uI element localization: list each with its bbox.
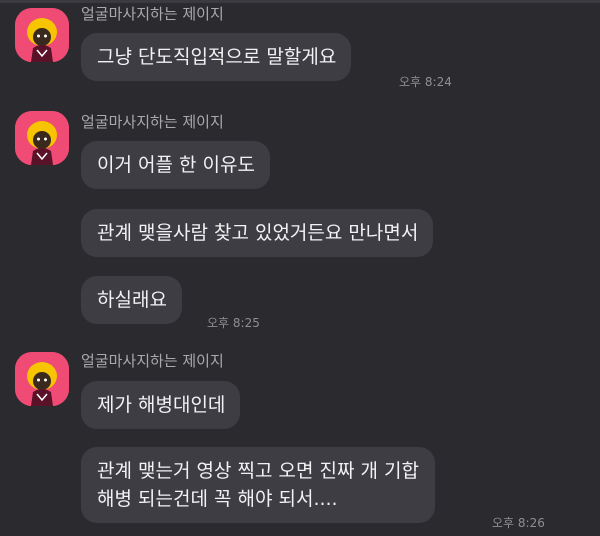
message-bubble[interactable]: 관계 맺을사람 찾고 있었거든요 만나면서 bbox=[81, 209, 434, 257]
message-bubble[interactable]: 이거 어플 한 이유도 bbox=[81, 141, 270, 189]
top-divider bbox=[0, 0, 600, 3]
message-line: 관계 맺는거 영상 찍고 오면 진짜 개 기합 bbox=[97, 460, 419, 482]
character-avatar-icon bbox=[15, 8, 69, 62]
message-bubble[interactable]: 그냥 단도직입적으로 말할게요 bbox=[81, 33, 352, 81]
message-time: 오후 8:26 bbox=[492, 516, 545, 530]
sender-avatar[interactable] bbox=[15, 8, 69, 62]
character-avatar-icon bbox=[15, 352, 69, 406]
character-avatar-icon bbox=[15, 111, 69, 165]
sender-avatar[interactable] bbox=[15, 111, 69, 165]
message-bubble[interactable]: 제가 해병대인데 bbox=[81, 381, 241, 429]
message-bubble-multiline[interactable]: 관계 맺는거 영상 찍고 오면 진짜 개 기합 해병 되는건데 꼭 해야 되서.… bbox=[81, 447, 435, 523]
sender-name: 얼굴마사지하는 제이지 bbox=[81, 352, 224, 370]
message-time: 오후 8:25 bbox=[207, 316, 260, 330]
sender-avatar[interactable] bbox=[15, 352, 69, 406]
message-line: 해병 되는건데 꼭 해야 되서.... bbox=[97, 488, 338, 510]
sender-name: 얼굴마사지하는 제이지 bbox=[81, 113, 224, 131]
sender-name: 얼굴마사지하는 제이지 bbox=[81, 5, 224, 23]
message-time: 오후 8:24 bbox=[399, 75, 452, 89]
message-bubble[interactable]: 하실래요 bbox=[81, 276, 182, 324]
